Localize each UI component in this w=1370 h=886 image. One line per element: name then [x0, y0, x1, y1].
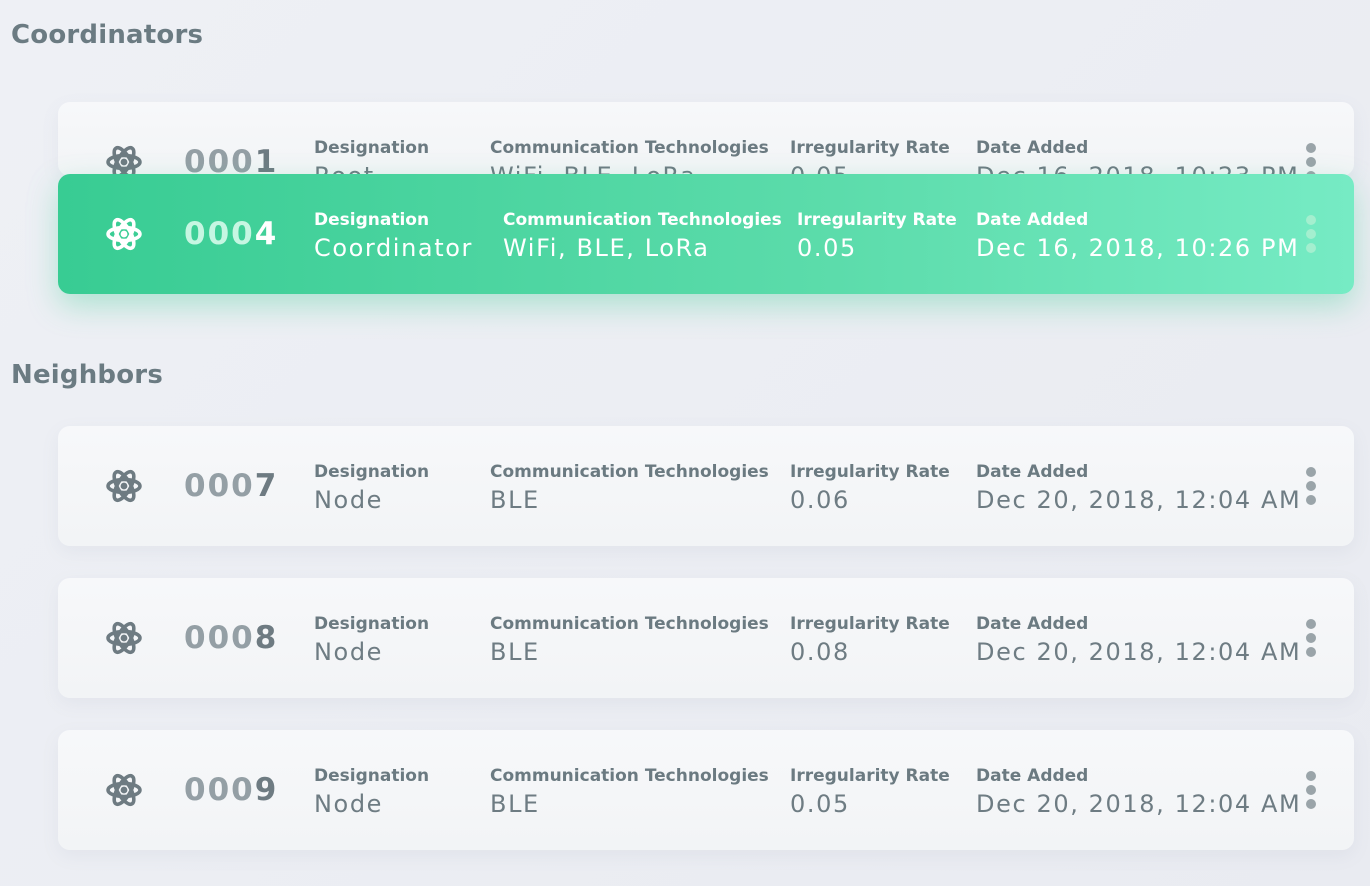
- designation-value: Node: [314, 638, 384, 666]
- irregularity-label: Irregularity Rate: [797, 210, 957, 230]
- designation-label: Designation: [314, 138, 430, 158]
- irregularity-field: Irregularity Rate 0.08: [790, 612, 950, 668]
- communication-field: Communication Technologies WiFi, BLE, Lo…: [490, 136, 769, 176]
- neighbor-card[interactable]: 0009 Designation Node Communication Tech…: [58, 730, 1354, 850]
- more-vertical-icon[interactable]: [1302, 770, 1320, 810]
- date-added-value: Dec 20, 2018, 12:04 AM: [976, 486, 1302, 514]
- date-added-field: Date Added Dec 16, 2018, 10:23 PM: [976, 136, 1299, 176]
- designation-value: Coordinator: [314, 234, 473, 262]
- designation-label: Designation: [314, 462, 430, 482]
- communication-value: BLE: [490, 790, 540, 818]
- designation-field: Designation Root: [314, 136, 429, 176]
- atom-icon: [106, 619, 142, 657]
- date-added-label: Date Added: [976, 614, 1089, 634]
- irregularity-label: Irregularity Rate: [790, 766, 950, 786]
- irregularity-value: 0.06: [790, 486, 850, 514]
- date-added-field: Date Added Dec 20, 2018, 12:04 AM: [976, 764, 1301, 820]
- date-added-label: Date Added: [976, 138, 1089, 158]
- irregularity-value: 0.08: [790, 638, 850, 666]
- coordinator-card-selected[interactable]: 0004 Designation Coordinator Communicati…: [58, 174, 1354, 294]
- date-added-field: Date Added Dec 20, 2018, 12:04 AM: [976, 612, 1301, 668]
- more-vertical-icon[interactable]: [1302, 214, 1320, 254]
- atom-icon: [106, 215, 142, 253]
- irregularity-value: 0.05: [790, 790, 850, 818]
- node-id: 0009: [184, 772, 279, 808]
- more-vertical-icon[interactable]: [1302, 618, 1320, 658]
- coordinator-card[interactable]: 0001 Designation Root Communication Tech…: [58, 102, 1354, 176]
- designation-value: Node: [314, 790, 384, 818]
- coordinators-heading: Coordinators: [11, 20, 204, 50]
- designation-field: Designation Node: [314, 764, 429, 820]
- neighbor-card[interactable]: 0007 Designation Node Communication Tech…: [58, 426, 1354, 546]
- communication-field: Communication Technologies BLE: [490, 460, 769, 516]
- more-vertical-icon[interactable]: [1302, 142, 1320, 176]
- communication-label: Communication Technologies: [490, 462, 769, 482]
- communication-value: WiFi, BLE, LoRa: [503, 234, 710, 262]
- communication-label: Communication Technologies: [490, 614, 769, 634]
- communication-value: BLE: [490, 486, 540, 514]
- irregularity-label: Irregularity Rate: [790, 462, 950, 482]
- date-added-value: Dec 20, 2018, 12:04 AM: [976, 790, 1302, 818]
- date-added-label: Date Added: [976, 210, 1089, 230]
- communication-value: BLE: [490, 638, 540, 666]
- designation-field: Designation Coordinator: [314, 208, 473, 264]
- atom-icon: [106, 143, 142, 176]
- designation-field: Designation Node: [314, 460, 429, 516]
- communication-label: Communication Technologies: [490, 138, 769, 158]
- node-id: 0001: [184, 144, 279, 176]
- more-vertical-icon[interactable]: [1302, 466, 1320, 506]
- irregularity-label: Irregularity Rate: [790, 614, 950, 634]
- date-added-value: Dec 16, 2018, 10:26 PM: [976, 234, 1300, 262]
- irregularity-field: Irregularity Rate 0.05: [797, 208, 957, 264]
- neighbors-heading: Neighbors: [11, 360, 163, 390]
- node-id: 0007: [184, 468, 279, 504]
- communication-field: Communication Technologies BLE: [490, 612, 769, 668]
- irregularity-label: Irregularity Rate: [790, 138, 950, 158]
- date-added-value: Dec 20, 2018, 12:04 AM: [976, 638, 1302, 666]
- designation-field: Designation Node: [314, 612, 429, 668]
- designation-label: Designation: [314, 614, 430, 634]
- neighbor-card[interactable]: 0008 Designation Node Communication Tech…: [58, 578, 1354, 698]
- date-added-label: Date Added: [976, 462, 1089, 482]
- designation-label: Designation: [314, 766, 430, 786]
- communication-field: Communication Technologies BLE: [490, 764, 769, 820]
- communication-field: Communication Technologies WiFi, BLE, Lo…: [503, 208, 782, 264]
- atom-icon: [106, 771, 142, 809]
- date-added-field: Date Added Dec 16, 2018, 10:26 PM: [976, 208, 1299, 264]
- designation-label: Designation: [314, 210, 430, 230]
- date-added-field: Date Added Dec 20, 2018, 12:04 AM: [976, 460, 1301, 516]
- date-added-label: Date Added: [976, 766, 1089, 786]
- irregularity-field: Irregularity Rate 0.06: [790, 460, 950, 516]
- node-id: 0008: [184, 620, 279, 656]
- irregularity-field: Irregularity Rate 0.05: [790, 764, 950, 820]
- node-id: 0004: [184, 216, 279, 252]
- irregularity-field: Irregularity Rate 0.05: [790, 136, 950, 176]
- irregularity-value: 0.05: [797, 234, 857, 262]
- atom-icon: [106, 467, 142, 505]
- communication-label: Communication Technologies: [490, 766, 769, 786]
- designation-value: Node: [314, 486, 384, 514]
- communication-label: Communication Technologies: [503, 210, 782, 230]
